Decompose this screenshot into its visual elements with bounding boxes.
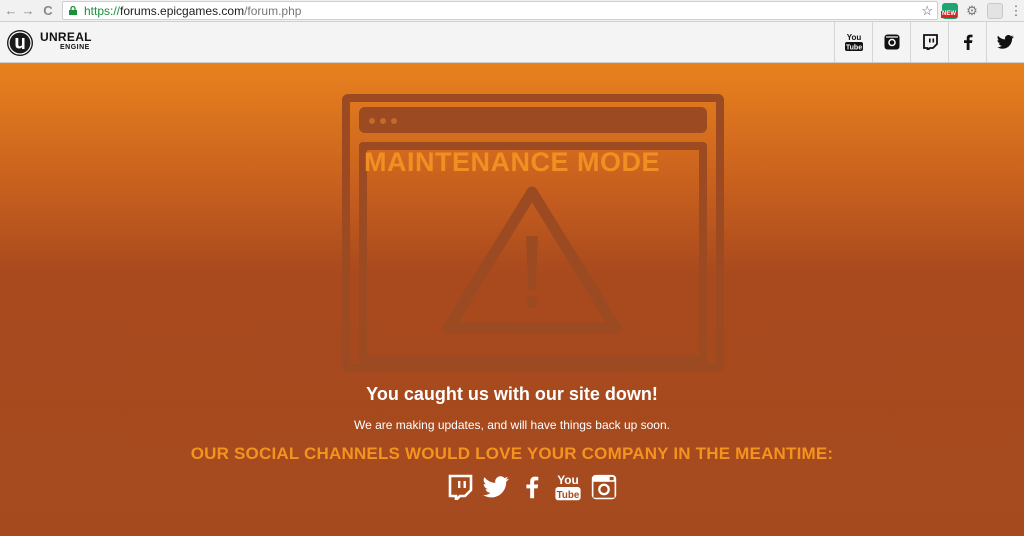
svg-text:You: You xyxy=(846,33,861,42)
forward-button[interactable]: → xyxy=(20,3,36,19)
svg-text:You: You xyxy=(557,473,579,487)
svg-text:Tube: Tube xyxy=(845,45,861,52)
youtube-icon: You Tube xyxy=(844,33,863,52)
reload-button[interactable]: C xyxy=(40,3,56,19)
browser-toolbar: ← → C https://forums.epicgames.com/forum… xyxy=(0,0,1024,22)
headline: You caught us with our site down! xyxy=(366,384,658,404)
window-title-bar xyxy=(359,107,707,133)
facebook-icon xyxy=(963,34,972,50)
extension-blank-icon[interactable] xyxy=(987,3,1003,19)
header-twitter-link[interactable] xyxy=(986,22,1024,62)
site-header: UNREAL ENGINE You Tube xyxy=(0,22,1024,63)
subtext: We are making updates, and will have thi… xyxy=(354,418,670,432)
header-social-links: You Tube xyxy=(834,22,1024,62)
header-twitch-link[interactable] xyxy=(910,22,948,62)
lock-icon xyxy=(69,6,77,15)
twitch-icon xyxy=(448,474,473,500)
header-instagram-link[interactable] xyxy=(872,22,910,62)
address-bar[interactable]: https://forums.epicgames.com/forum.php ☆ xyxy=(62,1,938,20)
instagram-icon xyxy=(884,34,899,50)
logo-wordmark[interactable]: UNREAL ENGINE xyxy=(40,31,92,52)
svg-text:Tube: Tube xyxy=(557,490,580,501)
facebook-icon xyxy=(526,476,539,499)
unreal-u-icon xyxy=(8,31,32,55)
social-message: OUR SOCIAL CHANNELS WOULD LOVE YOUR COMP… xyxy=(190,444,834,463)
footer-facebook-link[interactable] xyxy=(519,473,545,501)
twitch-icon xyxy=(922,34,938,50)
footer-instagram-link[interactable] xyxy=(591,473,617,501)
maintenance-page: MAINTENANCE MODE You caught us with our … xyxy=(0,63,1024,536)
browser-menu-icon[interactable]: ⋮ xyxy=(1008,3,1024,19)
youtube-icon: You Tube xyxy=(555,473,581,501)
footer-youtube-link[interactable]: You Tube xyxy=(555,473,581,501)
maintenance-title: MAINTENANCE MODE xyxy=(364,147,660,177)
extension-gear-icon[interactable]: ⚙ xyxy=(964,3,980,19)
header-facebook-link[interactable] xyxy=(948,22,986,62)
footer-social-links: You Tube xyxy=(447,473,617,501)
extension-new-icon[interactable]: NEW xyxy=(941,3,958,19)
back-button[interactable]: ← xyxy=(3,3,19,19)
twitter-icon xyxy=(483,476,509,498)
instagram-icon xyxy=(591,474,617,500)
bookmark-star-icon[interactable]: ☆ xyxy=(921,3,933,19)
footer-twitch-link[interactable] xyxy=(447,473,473,501)
url-text: https://forums.epicgames.com/forum.php xyxy=(84,4,302,18)
footer-twitter-link[interactable] xyxy=(483,473,509,501)
twitter-icon xyxy=(997,35,1014,49)
unreal-logo-icon[interactable] xyxy=(7,30,33,56)
header-youtube-link[interactable]: You Tube xyxy=(834,22,872,62)
warning-triangle-icon xyxy=(442,186,622,334)
